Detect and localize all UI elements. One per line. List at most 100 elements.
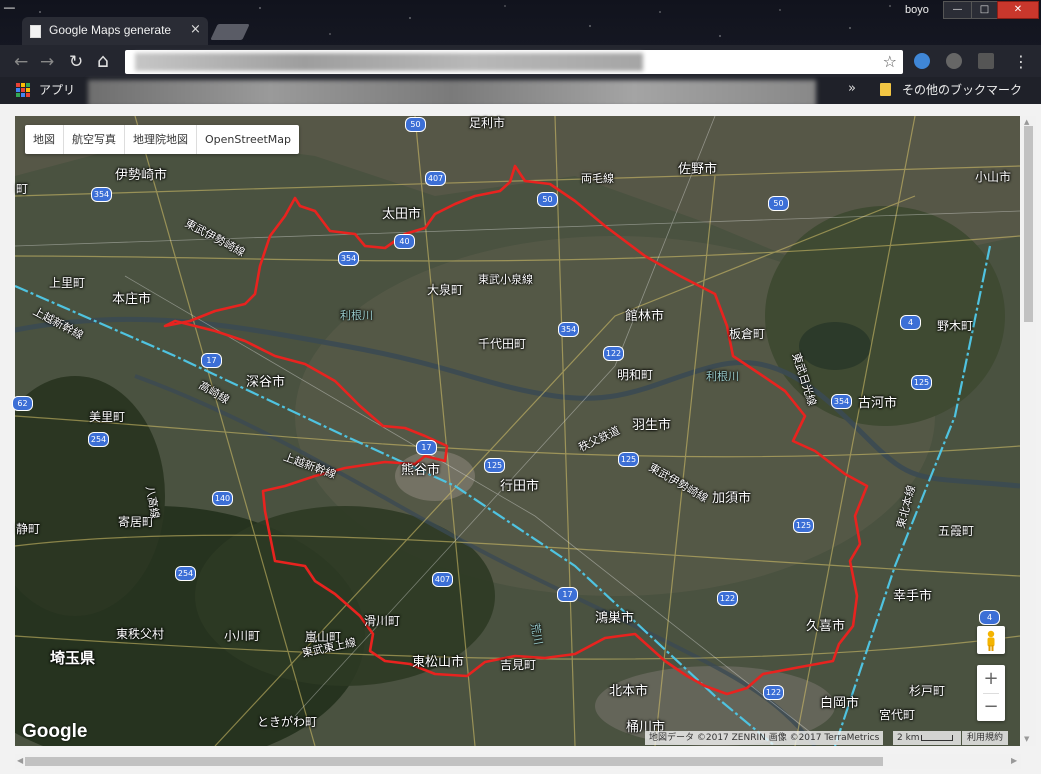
place-label: 野木町 [937, 319, 974, 333]
vertical-scrollbar[interactable]: ▲ ▼ [1021, 116, 1036, 746]
address-bar[interactable]: ☆ [125, 50, 903, 74]
apps-shortcut[interactable]: アプリ [39, 81, 75, 98]
place-label: 本庄市 [112, 292, 152, 307]
place-label: 東松山市 [412, 655, 465, 670]
place-label: 幸手市 [893, 589, 933, 604]
scroll-down-icon[interactable]: ▼ [1024, 735, 1029, 743]
route-shield: 122 [717, 591, 738, 606]
place-label: 五霞町 [938, 524, 975, 538]
place-label: 東秩父村 [116, 627, 165, 641]
route-shield: 140 [212, 491, 233, 506]
scale-bar[interactable]: 2 km [893, 731, 961, 745]
river-label: 利根川 [706, 370, 739, 383]
scale-label: 2 km [897, 733, 920, 743]
place-label: 滑川町 [364, 614, 401, 628]
route-shield: 354 [91, 187, 112, 202]
map-type-satellite[interactable]: 航空写真 [64, 125, 125, 154]
map-type-control: 地図 航空写真 地理院地図 OpenStreetMap [25, 125, 300, 154]
route-shield: 50 [537, 192, 558, 207]
place-label: 佐野市 [678, 162, 718, 177]
map-type-gsi[interactable]: 地理院地図 [125, 125, 197, 154]
place-label: 古河市 [858, 396, 898, 411]
street-view-pegman[interactable] [977, 626, 1005, 654]
place-label: 静町 [16, 522, 41, 536]
scroll-up-icon[interactable]: ▲ [1024, 118, 1029, 126]
route-shield: 125 [793, 518, 814, 533]
route-shield: 50 [768, 196, 789, 211]
scale-bar-graphic [921, 735, 953, 741]
place-label: 宮代町 [879, 708, 916, 722]
place-label: 両毛線 [581, 172, 614, 185]
route-shield: 254 [88, 432, 109, 447]
folder-icon [880, 83, 891, 96]
profile-name[interactable]: boyo [905, 4, 929, 16]
bookmark-star-icon[interactable]: ☆ [883, 52, 897, 71]
place-label: 白岡市 [820, 696, 860, 711]
terms-link[interactable]: 利用規約 [962, 731, 1009, 745]
place-label: 東武小泉線 [478, 273, 533, 286]
tab-title: Google Maps generate [49, 23, 172, 37]
place-label: 埼玉県 [50, 649, 96, 667]
map-type-roadmap[interactable]: 地図 [25, 125, 64, 154]
scroll-left-icon[interactable]: ◀ [17, 756, 23, 765]
other-bookmarks[interactable]: その他のブックマーク [902, 81, 1022, 98]
home-button[interactable]: ⌂ [97, 50, 109, 72]
maximize-button[interactable]: □ [971, 1, 998, 19]
route-shield: 62 [12, 396, 33, 411]
place-label: 行田市 [500, 479, 540, 494]
route-shield: 4 [979, 610, 1000, 625]
route-shield: 40 [394, 234, 415, 249]
map-attribution: 地図データ ©2017 ZENRIN 画像 ©2017 TerraMetrics [645, 731, 884, 745]
map-type-osm[interactable]: OpenStreetMap [197, 125, 299, 154]
place-label: 熊谷市 [401, 463, 441, 478]
horizontal-scroll-thumb[interactable] [25, 757, 883, 766]
extension-square-icon[interactable] [978, 53, 994, 69]
close-window-button[interactable]: ✕ [997, 1, 1039, 19]
route-shield: 125 [911, 375, 932, 390]
map-canvas[interactable] [15, 116, 1020, 746]
zoom-divider [983, 693, 999, 694]
place-label: 羽生市 [632, 418, 672, 433]
route-shield: 125 [618, 452, 639, 467]
horizontal-scrollbar[interactable]: ◀ ▶ [15, 754, 1021, 769]
zoom-control: + − [977, 665, 1005, 721]
place-label: 上里町 [49, 276, 86, 290]
browser-tab[interactable]: Google Maps generate × [22, 17, 208, 45]
bookmarks-overflow-chevron[interactable]: » [848, 81, 856, 96]
route-shield: 407 [432, 572, 453, 587]
route-shield: 50 [405, 117, 426, 132]
satellite-imagery [15, 116, 1020, 746]
url-text-redacted [135, 53, 643, 71]
tab-close-icon[interactable]: × [190, 22, 201, 37]
zoom-in-button[interactable]: + [977, 665, 1005, 693]
back-button[interactable]: ← [14, 52, 28, 72]
bookmarks-redacted [88, 80, 816, 107]
route-shield: 354 [338, 251, 359, 266]
route-shield: 122 [763, 685, 784, 700]
extension-circle-icon[interactable] [946, 53, 962, 69]
route-shield: 354 [831, 394, 852, 409]
place-label: 杉戸町 [909, 684, 946, 698]
reload-button[interactable]: ↻ [69, 52, 83, 72]
forward-button[interactable]: → [40, 52, 54, 72]
google-logo[interactable]: Google [22, 721, 87, 743]
os-badge: ▁▁ [4, 1, 15, 9]
apps-grid-icon[interactable] [16, 83, 30, 97]
place-label: 足利市 [469, 116, 506, 130]
route-shield: 407 [425, 171, 446, 186]
route-shield: 17 [557, 587, 578, 602]
vertical-scroll-thumb[interactable] [1024, 126, 1033, 322]
chrome-menu-icon[interactable]: ⋮ [1013, 52, 1029, 71]
pegman-icon [987, 630, 995, 651]
place-label: 町 [16, 182, 29, 196]
place-label: 深谷市 [246, 375, 286, 390]
zoom-out-button[interactable]: − [977, 693, 1005, 721]
place-label: 吉見町 [500, 658, 537, 672]
minimize-button[interactable]: — [943, 1, 972, 19]
scroll-right-icon[interactable]: ▶ [1011, 756, 1017, 765]
extension-e-icon[interactable] [914, 53, 930, 69]
place-label: 北本市 [609, 684, 649, 699]
route-shield: 17 [416, 440, 437, 455]
document-icon [30, 25, 41, 38]
place-label: 伊勢崎市 [115, 168, 168, 183]
